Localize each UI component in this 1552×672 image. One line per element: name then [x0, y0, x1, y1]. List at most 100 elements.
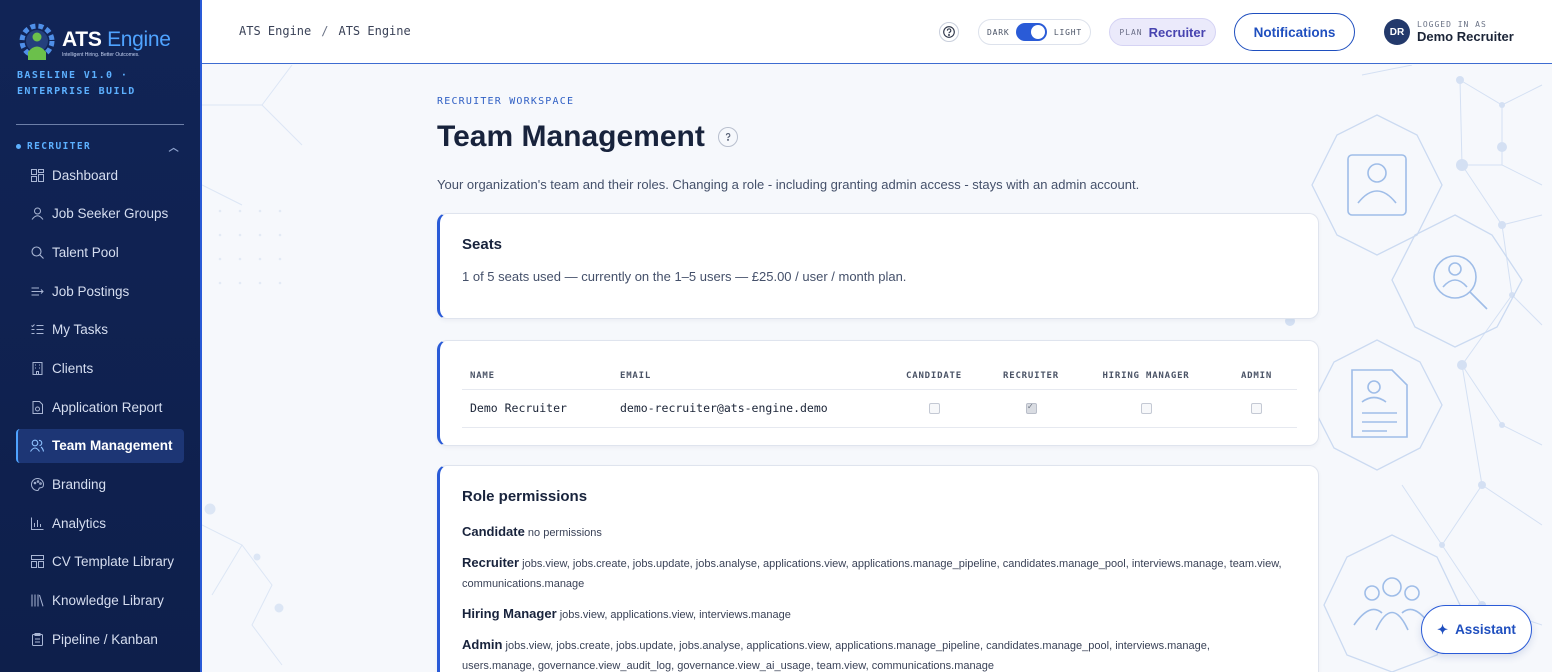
sidebar-divider: [16, 124, 184, 125]
role-perms: jobs.view, jobs.create, jobs.update, job…: [462, 640, 1210, 672]
list-item: Hiring Manager jobs.view, applications.v…: [462, 604, 1282, 625]
role-perms: jobs.view, jobs.create, jobs.update, job…: [462, 558, 1282, 590]
brand-name-main: ATS: [62, 27, 102, 51]
brand-name-accent: Engine: [107, 27, 171, 51]
assistant-button[interactable]: ✦ Assistant: [1421, 605, 1532, 654]
role-perms: no permissions: [527, 527, 602, 539]
team-table-card: NAME EMAIL CANDIDATE RECRUITER HIRING MA…: [437, 340, 1319, 446]
search-icon: [30, 245, 44, 259]
plan-badge: PLAN Recruiter: [1109, 18, 1216, 46]
role-checkbox-hiring-manager: [1140, 403, 1152, 414]
sidebar-item-clients[interactable]: Clients: [16, 351, 184, 385]
topbar: ATS Engine / ATS Engine DARK LIGHT PLAN Re…: [202, 0, 1552, 64]
role-perms: jobs.view, applications.view, interviews…: [559, 609, 791, 621]
role-checkbox-recruiter: [1025, 402, 1037, 414]
breadcrumb-separator: /: [321, 24, 329, 38]
table-row: Demo Recruiter demo-recruiter@ats-engine…: [462, 389, 1297, 428]
sidebar-item-label: Clients: [52, 360, 94, 376]
sidebar-item-label: Dashboard: [52, 167, 119, 183]
sidebar-item-label: Pipeline / Kanban: [52, 631, 158, 647]
report-icon: [30, 400, 44, 414]
page-help-button[interactable]: [717, 127, 738, 147]
library-icon: [30, 594, 44, 608]
permissions-title: Role permissions: [462, 488, 588, 505]
sidebar-item-label: Application Report: [52, 399, 163, 415]
user-icon: [30, 207, 44, 221]
sidebar-item-talent-pool[interactable]: Talent Pool: [16, 235, 184, 269]
sidebar-item-my-tasks[interactable]: My Tasks: [16, 313, 184, 347]
team-table: NAME EMAIL CANDIDATE RECRUITER HIRING MA…: [462, 363, 1297, 428]
sidebar-item-label: Branding: [52, 477, 107, 492]
table-header-row: NAME EMAIL CANDIDATE RECRUITER HIRING MA…: [462, 363, 1297, 390]
role-checkbox-candidate: [928, 403, 940, 414]
breadcrumb-item[interactable]: ATS Engine: [239, 24, 311, 38]
page-title: Team Management: [437, 120, 738, 154]
seats-title: Seats: [462, 236, 503, 253]
column-header-hiring-manager: HIRING MANAGER: [1076, 363, 1216, 390]
sidebar-item-cv-template-library[interactable]: CV Template Library: [16, 545, 184, 579]
theme-light-label: LIGHT: [1053, 27, 1082, 37]
user-caption: LOGGED IN AS: [1417, 20, 1487, 29]
help-button[interactable]: [939, 22, 959, 42]
role-checkbox-admin: [1251, 403, 1262, 414]
dashboard-icon: [30, 168, 44, 182]
checklist-icon: [30, 323, 44, 337]
sidebar-nav: Dashboard Job Seeker Groups Talent Pool …: [16, 158, 184, 661]
sidebar-item-pipeline-kanban[interactable]: Pipeline / Kanban: [16, 622, 184, 656]
page-title-text: Team Management: [437, 120, 705, 153]
palette-icon: [30, 478, 44, 492]
sidebar-item-label: Knowledge Library: [52, 593, 164, 609]
sidebar-item-branding[interactable]: Branding: [16, 468, 184, 502]
sidebar-item-label: CV Template Library: [52, 554, 175, 570]
breadcrumb-item-current: ATS Engine: [338, 24, 411, 38]
theme-dark-label: DARK: [987, 27, 1010, 37]
sparkle-icon: ✦: [1437, 621, 1449, 637]
member-name: Demo Recruiter: [462, 389, 612, 428]
sidebar-item-dashboard[interactable]: Dashboard: [16, 158, 184, 192]
sidebar-item-label: Job Seeker Groups: [52, 206, 169, 222]
theme-switch[interactable]: [1016, 23, 1047, 41]
column-header-email: EMAIL: [612, 363, 882, 390]
sidebar-item-team-management[interactable]: Team Management: [16, 428, 184, 463]
chevron-up-icon[interactable]: ︿: [169, 139, 180, 154]
list-item: Candidate no permissions: [462, 522, 1282, 543]
role-name: Admin: [462, 637, 503, 652]
sidebar-item-application-report[interactable]: Application Report: [16, 390, 184, 424]
sidebar-item-label: Team Management: [52, 438, 173, 454]
question-circle-icon: [943, 26, 955, 38]
section-dot-icon: [16, 144, 21, 149]
list-arrow-icon: [30, 284, 44, 298]
template-icon: [30, 555, 44, 569]
sidebar-item-label: Analytics: [52, 515, 107, 531]
page-subtitle: Your organization's team and their roles…: [437, 177, 1140, 192]
breadcrumb: ATS Engine / ATS Engine: [239, 24, 411, 38]
sidebar-item-knowledge-library[interactable]: Knowledge Library: [16, 584, 184, 618]
theme-toggle[interactable]: DARK LIGHT: [978, 19, 1091, 45]
list-item: Admin jobs.view, jobs.create, jobs.updat…: [462, 635, 1282, 672]
notifications-button[interactable]: Notifications: [1234, 13, 1355, 51]
plan-label: PLAN: [1119, 27, 1143, 37]
section-label: RECRUITER: [27, 141, 92, 152]
sidebar-item-job-postings[interactable]: Job Postings: [16, 274, 184, 308]
build-line-1: BASELINE V1.0 ·: [17, 70, 129, 81]
list-item: Recruiter jobs.view, jobs.create, jobs.u…: [462, 553, 1282, 594]
sidebar-item-label: Talent Pool: [52, 244, 119, 260]
brand-logo[interactable]: ATS Engine Intelligent Hiring. Better Ou…: [16, 22, 171, 64]
build-label: BASELINE V1.0 · ENTERPRISE BUILD: [17, 68, 136, 100]
column-header-name: NAME: [462, 363, 612, 390]
seats-usage-text: 1 of 5 seats used — currently on the 1–5…: [462, 269, 907, 284]
sidebar-section-recruiter[interactable]: RECRUITER ︿: [16, 139, 184, 154]
sidebar-item-analytics[interactable]: Analytics: [16, 506, 184, 540]
sidebar-item-job-seeker-groups[interactable]: Job Seeker Groups: [16, 197, 184, 231]
gear-person-logo-icon: [16, 22, 58, 64]
user-menu[interactable]: DR LOGGED IN AS Demo Recruiter: [1384, 19, 1514, 45]
sidebar-item-label: Job Postings: [52, 283, 130, 299]
assistant-label: Assistant: [1455, 622, 1516, 637]
user-name: Demo Recruiter: [1417, 29, 1514, 44]
team-icon: [30, 439, 44, 453]
role-name: Hiring Manager: [462, 606, 557, 621]
column-header-admin: ADMIN: [1216, 363, 1297, 390]
bar-chart-icon: [30, 516, 44, 530]
page-eyebrow: RECRUITER WORKSPACE: [437, 96, 575, 107]
building-icon: [30, 361, 44, 375]
